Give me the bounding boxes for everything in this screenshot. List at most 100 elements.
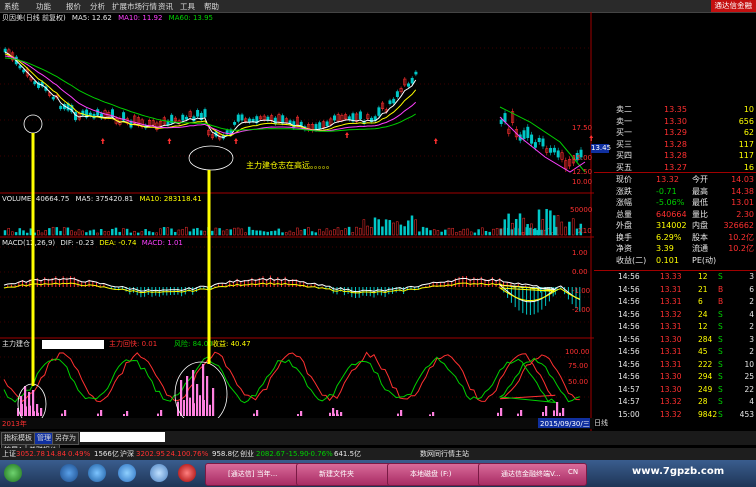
- volume-bar: [292, 232, 295, 236]
- volume-bar: [418, 231, 421, 236]
- zljc-bar: [183, 400, 185, 416]
- volume-bar: [545, 208, 548, 236]
- candle: [410, 77, 414, 84]
- tick-vol: 6: [698, 297, 703, 306]
- menu-system[interactable]: 系统: [4, 1, 19, 12]
- qi-label2: 流通: [692, 244, 708, 253]
- index-hs-val: 3202.95: [136, 450, 165, 458]
- date-right: 2015/09/30/三: [540, 420, 590, 428]
- chart-area[interactable]: 主力建仓志在高远。。。。。 17.50 15.00 12.50 10.00 50…: [0, 12, 594, 431]
- volume-bar: [103, 231, 107, 236]
- candle: [530, 134, 534, 144]
- zljc-tick: 75.00: [568, 362, 588, 370]
- zljc-bar: [429, 414, 431, 416]
- qi-value1: 640664: [656, 209, 687, 219]
- volume-bar: [503, 219, 507, 236]
- menu-quote[interactable]: 报价: [66, 1, 81, 12]
- volume-bar: [270, 231, 273, 236]
- volume-bar: [495, 228, 499, 236]
- index-sh-chg: 14.84: [46, 450, 67, 458]
- candle: [33, 81, 37, 85]
- start-button-icon[interactable]: [4, 464, 22, 482]
- macd-dea-line: [3, 282, 580, 302]
- quote-info-row: 净资 3.39 流通 10.2亿: [594, 243, 756, 254]
- qi-label1: 涨跌: [616, 186, 632, 196]
- tick-row: 14:57 13.32 28 S 4: [594, 396, 756, 407]
- volume-bar: [373, 217, 377, 236]
- index-cy-val: 2082.67: [256, 450, 285, 458]
- volume-bar: [262, 231, 266, 236]
- index-sh-val: 3052.78: [16, 450, 45, 458]
- menu-ext-market[interactable]: 扩展市场行情: [112, 1, 157, 12]
- volume-bar: [133, 230, 136, 236]
- buy-arrow-icon: [167, 138, 172, 144]
- index-sh-name: 上证: [2, 450, 16, 458]
- buy-arrow-icon: [234, 138, 238, 144]
- zljc-bar: [209, 404, 211, 416]
- volume-bar: [70, 230, 73, 236]
- tick-row: 14:56 13.31 222 S 10: [594, 359, 756, 370]
- volume-bar: [571, 218, 575, 236]
- zljc-bar: [520, 410, 523, 416]
- candle: [499, 119, 503, 124]
- volume-bar: [325, 228, 329, 236]
- menu-tools[interactable]: 工具: [180, 1, 195, 12]
- ie-icon[interactable]: [60, 464, 78, 482]
- index-sh-amt: 1566亿: [94, 450, 119, 458]
- qi-value1: -0.71: [656, 186, 677, 196]
- quote-info-row: 涨跌 -0.71 最高 14.38: [594, 186, 756, 197]
- app-s-icon[interactable]: [150, 464, 168, 482]
- tick-row: 14:56 13.33 12 S 3: [594, 271, 756, 282]
- ob-label: 卖二: [616, 105, 632, 114]
- volume-bar: [85, 232, 88, 236]
- volume-bar: [48, 228, 51, 236]
- zljc-bar: [123, 414, 125, 416]
- qi-label2: 内盘: [692, 221, 708, 230]
- mode-label[interactable]: 日线: [594, 418, 634, 429]
- tick-vol: 249: [698, 384, 713, 394]
- candle: [332, 115, 336, 121]
- candle: [388, 100, 392, 104]
- zljc-bar: [432, 412, 435, 416]
- menu-help[interactable]: 帮助: [204, 1, 219, 12]
- quote-info-row: 涨幅 -5.06% 最低 13.01: [594, 197, 756, 208]
- qq-icon[interactable]: [88, 464, 106, 482]
- candle: [292, 121, 296, 129]
- menu-info[interactable]: 资讯: [158, 1, 173, 12]
- tick-side: S: [718, 309, 723, 319]
- volume-bar: [177, 229, 181, 236]
- app-red-icon[interactable]: [178, 464, 196, 482]
- ob-label: 买四: [616, 151, 632, 160]
- app-k-icon[interactable]: [118, 464, 136, 482]
- volume-bar: [74, 231, 77, 236]
- macd-tick: 1.00: [572, 249, 588, 257]
- volume-bar: [507, 213, 510, 236]
- ob-vol: 10: [743, 105, 754, 114]
- quote-info-row: 外盘 314002 内盘 326662: [594, 220, 756, 231]
- volume-bar: [107, 231, 110, 236]
- tick-time: 14:56: [618, 322, 640, 331]
- menu-function[interactable]: 功能: [36, 1, 51, 12]
- zljc-bar: [337, 414, 339, 416]
- order-book-row: 买四 13.28 117: [594, 150, 756, 161]
- volume-bar: [362, 219, 366, 236]
- zljc-bar: [397, 413, 399, 416]
- tick-list: 14:56 13.33 12 S 3 14:56 13.31 21 B 6 14:56 13.31 6 B…: [594, 270, 756, 431]
- tick-row: 14:56 13.32 24 S 4: [594, 309, 756, 320]
- zljc-bar: [126, 411, 129, 416]
- candle: [556, 150, 560, 158]
- ob-vol: 117: [738, 139, 754, 149]
- volume-bar: [99, 229, 103, 236]
- volume-bar: [247, 226, 251, 236]
- candle: [537, 137, 541, 143]
- lang-indicator[interactable]: CN: [568, 468, 578, 476]
- volume-bar: [526, 224, 529, 236]
- index-cy-pct: -0.76%: [308, 450, 333, 458]
- index-bar: 上证 3052.78 14.84 0.49% 1566亿 沪深 3202.95 …: [0, 448, 756, 460]
- volume-bar: [51, 226, 55, 236]
- menu-analysis[interactable]: 分析: [90, 1, 105, 12]
- candle: [59, 105, 63, 110]
- volume-bar: [233, 227, 236, 236]
- tick-price: 13.31: [660, 359, 682, 369]
- volume-bar: [11, 231, 14, 236]
